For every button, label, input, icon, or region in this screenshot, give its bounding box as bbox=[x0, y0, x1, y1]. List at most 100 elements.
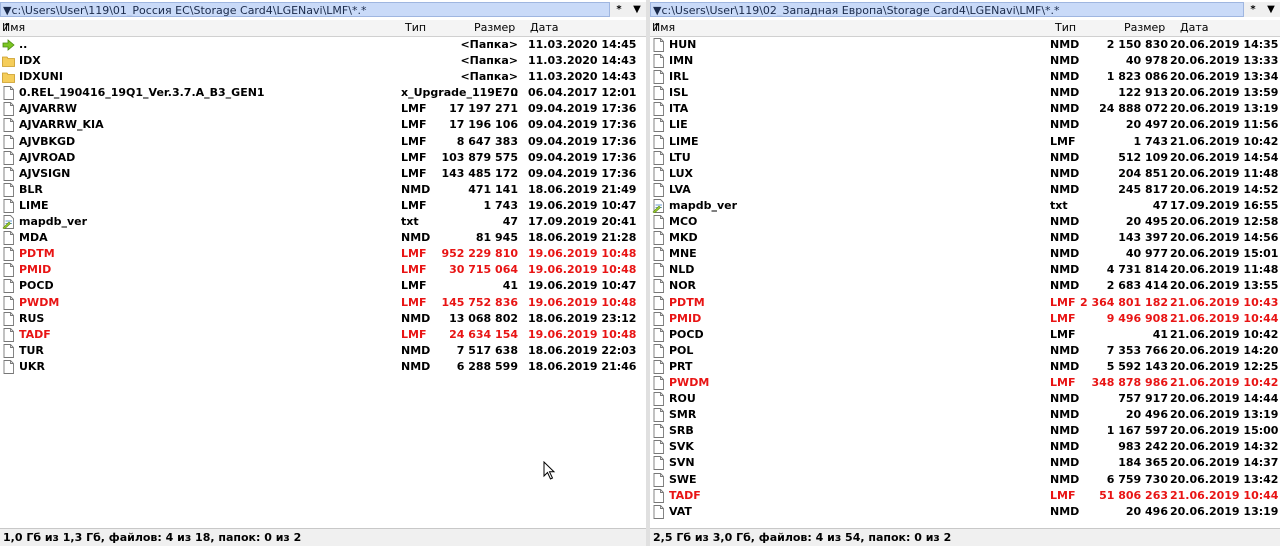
file-row[interactable]: MDA NMD 81 945 18.06.2019 21:28 bbox=[0, 230, 646, 246]
file-name: SWE bbox=[669, 472, 697, 486]
file-row[interactable]: mapdb_ver txt 47 17.09.2019 20:41 bbox=[0, 214, 646, 230]
file-name: PRT bbox=[669, 359, 693, 373]
file-row[interactable]: LVA NMD 245 817 20.06.2019 14:52 bbox=[650, 182, 1280, 198]
file-date: 11.03.2020 14:45 bbox=[528, 38, 637, 51]
file-row[interactable]: AJVROAD LMF 103 879 575 09.04.2019 17:36 bbox=[0, 150, 646, 166]
file-row[interactable]: PDTM LMF 952 229 810 19.06.2019 10:48 bbox=[0, 246, 646, 262]
file-icon bbox=[3, 134, 14, 149]
file-size: 51 806 263 bbox=[1099, 488, 1168, 502]
file-row[interactable]: SVN NMD 184 365 20.06.2019 14:37 bbox=[650, 455, 1280, 471]
right-history-dropdown-icon[interactable]: ▼ bbox=[1262, 2, 1280, 17]
file-row[interactable]: LIME LMF 1 743 19.06.2019 10:47 bbox=[0, 198, 646, 214]
file-size: 47 bbox=[1152, 198, 1168, 212]
left-filter-button[interactable]: * bbox=[610, 2, 628, 17]
file-name: BLR bbox=[19, 182, 43, 196]
file-row[interactable]: NOR NMD 2 683 414 20.06.2019 13:55 bbox=[650, 278, 1280, 294]
file-row[interactable]: LTU NMD 512 109 20.06.2019 14:54 bbox=[650, 150, 1280, 166]
file-name: AJVARRW_KIA bbox=[19, 118, 104, 132]
file-row[interactable]: TADF LMF 24 634 154 19.06.2019 10:48 bbox=[0, 327, 646, 343]
file-row[interactable]: ROU NMD 757 917 20.06.2019 14:44 bbox=[650, 391, 1280, 407]
file-row[interactable]: PMID LMF 9 496 908 21.06.2019 10:44 bbox=[650, 311, 1280, 327]
file-name: LIE bbox=[669, 118, 688, 132]
file-date: 11.03.2020 14:43 bbox=[528, 70, 637, 84]
file-row[interactable]: 0.REL_190416_19Q1_Ver.3.7.A_B3_GEN1 x_Upg… bbox=[0, 85, 646, 101]
file-row[interactable]: PWDM LMF 348 878 986 21.06.2019 10:42 bbox=[650, 375, 1280, 391]
column-type-header[interactable]: Тип bbox=[405, 20, 426, 36]
file-row[interactable]: TADF LMF 51 806 263 21.06.2019 10:44 bbox=[650, 488, 1280, 504]
file-row[interactable]: PRT NMD 5 592 143 20.06.2019 12:25 bbox=[650, 359, 1280, 375]
file-row[interactable]: SMR NMD 20 496 20.06.2019 13:19 bbox=[650, 407, 1280, 423]
file-row[interactable]: LIE NMD 20 497 20.06.2019 11:56 bbox=[650, 117, 1280, 133]
file-row[interactable]: IDXUNI <Папка> 11.03.2020 14:43 bbox=[0, 69, 646, 85]
file-row[interactable]: AJVBKGD LMF 8 647 383 09.04.2019 17:36 bbox=[0, 134, 646, 150]
file-date: 20.06.2019 13:55 bbox=[1170, 279, 1279, 293]
file-date: 20.06.2019 14:52 bbox=[1170, 182, 1279, 196]
file-icon bbox=[3, 150, 14, 165]
file-row[interactable]: MKD NMD 143 397 20.06.2019 14:56 bbox=[650, 230, 1280, 246]
file-date: 19.06.2019 10:47 bbox=[528, 198, 637, 212]
file-row[interactable]: NLD NMD 4 731 814 20.06.2019 11:48 bbox=[650, 262, 1280, 278]
right-path[interactable]: ▼c:\Users\User\119\02_Западная Европа\St… bbox=[650, 2, 1244, 17]
file-name: mapdb_ver bbox=[669, 198, 738, 212]
file-row[interactable]: AJVARRW LMF 17 197 271 09.04.2019 17:36 bbox=[0, 101, 646, 117]
file-row[interactable]: LIME LMF 1 743 21.06.2019 10:42 bbox=[650, 134, 1280, 150]
file-row[interactable]: LUX NMD 204 851 20.06.2019 11:48 bbox=[650, 166, 1280, 182]
column-date-header[interactable]: Дата bbox=[530, 20, 558, 36]
column-size-header[interactable]: Размер bbox=[474, 20, 515, 36]
parent-dir-arrow-icon bbox=[2, 39, 15, 51]
file-date: 18.06.2019 23:12 bbox=[528, 311, 637, 325]
file-row[interactable]: POCD LMF 41 21.06.2019 10:42 bbox=[650, 327, 1280, 343]
file-row[interactable]: IRL NMD 1 823 086 20.06.2019 13:34 bbox=[650, 69, 1280, 85]
file-icon bbox=[3, 263, 14, 278]
file-icon bbox=[653, 134, 664, 149]
file-size: 41 bbox=[502, 279, 518, 293]
file-row[interactable]: PWDM LMF 145 752 836 19.06.2019 10:48 bbox=[0, 295, 646, 311]
file-row[interactable]: PMID LMF 30 715 064 19.06.2019 10:48 bbox=[0, 262, 646, 278]
file-size: 81 945 bbox=[475, 231, 518, 245]
file-row[interactable]: AJVARRW_KIA LMF 17 196 106 09.04.2019 17:36 bbox=[0, 117, 646, 133]
file-row[interactable]: MCO NMD 20 495 20.06.2019 12:58 bbox=[650, 214, 1280, 230]
file-row[interactable]: MNE NMD 40 977 20.06.2019 15:01 bbox=[650, 246, 1280, 262]
file-row[interactable]: POCD LMF 41 19.06.2019 10:47 bbox=[0, 278, 646, 294]
file-row[interactable]: mapdb_ver txt 47 17.09.2019 16:55 bbox=[650, 198, 1280, 214]
file-row[interactable]: RUS NMD 13 068 802 18.06.2019 23:12 bbox=[0, 311, 646, 327]
file-row[interactable]: POL NMD 7 353 766 20.06.2019 14:20 bbox=[650, 343, 1280, 359]
right-filter-button[interactable]: * bbox=[1244, 2, 1262, 17]
file-icon bbox=[653, 456, 664, 471]
file-name: PDTM bbox=[19, 247, 55, 261]
column-size-header[interactable]: Размер bbox=[1124, 20, 1165, 36]
file-row[interactable]: VAT NMD 20 496 20.06.2019 13:19 bbox=[650, 504, 1280, 520]
file-row[interactable]: SWE NMD 6 759 730 20.06.2019 13:42 bbox=[650, 472, 1280, 488]
left-history-dropdown-icon[interactable]: ▼ bbox=[628, 2, 646, 17]
file-date: 20.06.2019 14:54 bbox=[1170, 150, 1279, 164]
file-row[interactable]: ITA NMD 24 888 072 20.06.2019 13:19 bbox=[650, 101, 1280, 117]
file-date: 20.06.2019 14:37 bbox=[1170, 456, 1279, 470]
file-size: 757 917 bbox=[1118, 392, 1168, 406]
file-type: NMD bbox=[1050, 440, 1080, 454]
file-row[interactable]: IMN NMD 40 978 20.06.2019 13:33 bbox=[650, 53, 1280, 69]
file-row[interactable]: SRB NMD 1 167 597 20.06.2019 15:00 bbox=[650, 423, 1280, 439]
file-name: PWDM bbox=[669, 375, 710, 389]
file-icon bbox=[3, 198, 14, 213]
right-status-bar: 2,5 Гб из 3,0 Гб, файлов: 4 из 54, папок… bbox=[650, 528, 1280, 546]
file-row[interactable]: UKR NMD 6 288 599 18.06.2019 21:46 bbox=[0, 359, 646, 375]
file-row[interactable]: ISL NMD 122 913 20.06.2019 13:59 bbox=[650, 85, 1280, 101]
file-type: NMD bbox=[1050, 424, 1080, 438]
column-date-header[interactable]: Дата bbox=[1180, 20, 1208, 36]
file-type: NMD bbox=[401, 182, 431, 196]
file-name: PWDM bbox=[19, 295, 60, 309]
file-date: 19.06.2019 10:48 bbox=[528, 263, 637, 277]
file-row[interactable]: AJVSIGN LMF 143 485 172 09.04.2019 17:36 bbox=[0, 166, 646, 182]
file-row[interactable]: .. <Папка> 11.03.2020 14:45 bbox=[0, 37, 646, 53]
file-name: MDA bbox=[19, 231, 48, 245]
file-row[interactable]: TUR NMD 7 517 638 18.06.2019 22:03 bbox=[0, 343, 646, 359]
file-row[interactable]: BLR NMD 471 141 18.06.2019 21:49 bbox=[0, 182, 646, 198]
file-icon bbox=[653, 102, 664, 117]
file-row[interactable]: SVK NMD 983 242 20.06.2019 14:32 bbox=[650, 439, 1280, 455]
file-row[interactable]: HUN NMD 2 150 830 20.06.2019 14:35 bbox=[650, 37, 1280, 53]
file-row[interactable]: IDX <Папка> 11.03.2020 14:43 bbox=[0, 53, 646, 69]
file-row[interactable]: PDTM LMF 2 364 801 182 21.06.2019 10:43 bbox=[650, 295, 1280, 311]
file-date: 18.06.2019 22:03 bbox=[528, 343, 637, 357]
left-path[interactable]: ▼c:\Users\User\119\01_Россия EC\Storage … bbox=[0, 2, 610, 17]
column-type-header[interactable]: Тип bbox=[1055, 20, 1076, 36]
